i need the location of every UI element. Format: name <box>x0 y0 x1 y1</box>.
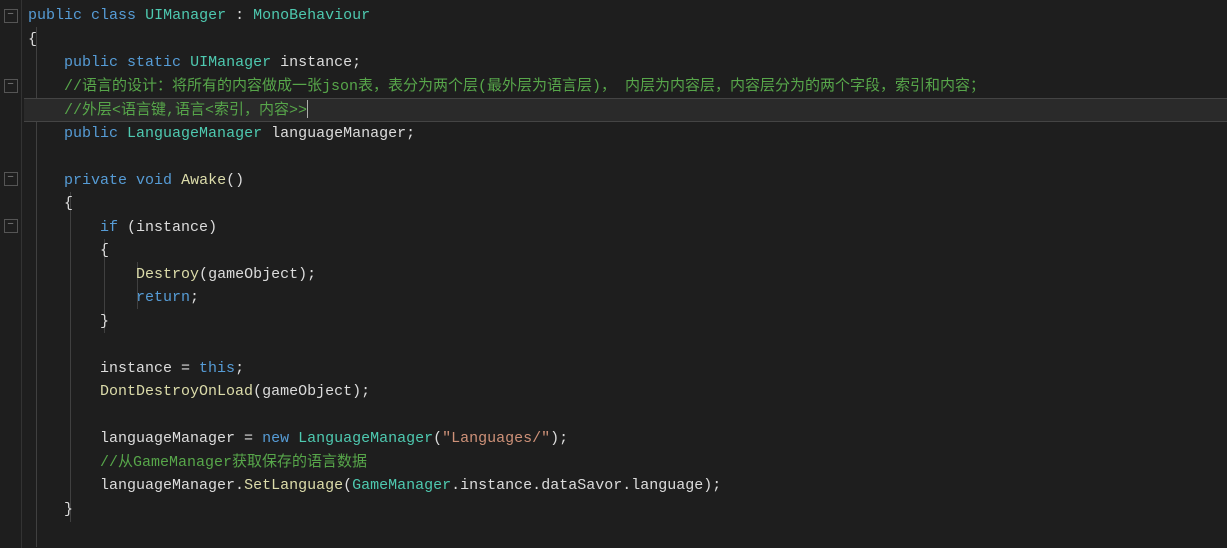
code-line[interactable]: { <box>24 28 1227 52</box>
code-line[interactable]: //语言的设计：将所有的内容做成一张json表，表分为两个层(最外层为语言层)，… <box>24 75 1227 99</box>
code-line-blank[interactable] <box>24 145 1227 169</box>
fold-toggle-icon[interactable]: − <box>4 79 18 93</box>
code-line[interactable]: { <box>24 192 1227 216</box>
code-line[interactable]: public static UIManager instance; <box>24 51 1227 75</box>
code-line-active[interactable]: //外层<语言键,语言<索引，内容>> <box>24 98 1227 122</box>
fold-toggle-icon[interactable]: − <box>4 9 18 23</box>
code-editor[interactable]: − − − − public class UIManager : MonoBeh… <box>0 0 1227 548</box>
code-line[interactable]: private void Awake() <box>24 169 1227 193</box>
code-line[interactable]: languageManager = new LanguageManager("L… <box>24 427 1227 451</box>
code-line[interactable]: } <box>24 310 1227 334</box>
fold-toggle-icon[interactable]: − <box>4 219 18 233</box>
code-line[interactable]: return; <box>24 286 1227 310</box>
code-line[interactable]: { <box>24 239 1227 263</box>
code-line[interactable]: DontDestroyOnLoad(gameObject); <box>24 380 1227 404</box>
code-line-blank[interactable] <box>24 404 1227 428</box>
code-line[interactable]: public class UIManager : MonoBehaviour <box>24 4 1227 28</box>
code-content[interactable]: public class UIManager : MonoBehaviour {… <box>22 0 1227 548</box>
text-caret <box>307 100 308 118</box>
code-line[interactable]: } <box>24 498 1227 522</box>
code-line[interactable]: languageManager.SetLanguage(GameManager.… <box>24 474 1227 498</box>
code-line[interactable]: instance = this; <box>24 357 1227 381</box>
code-line[interactable]: if (instance) <box>24 216 1227 240</box>
fold-toggle-icon[interactable]: − <box>4 172 18 186</box>
fold-gutter: − − − − <box>0 0 22 548</box>
code-line-blank[interactable] <box>24 333 1227 357</box>
code-line[interactable]: public LanguageManager languageManager; <box>24 122 1227 146</box>
code-line[interactable]: //从GameManager获取保存的语言数据 <box>24 451 1227 475</box>
code-line[interactable]: Destroy(gameObject); <box>24 263 1227 287</box>
